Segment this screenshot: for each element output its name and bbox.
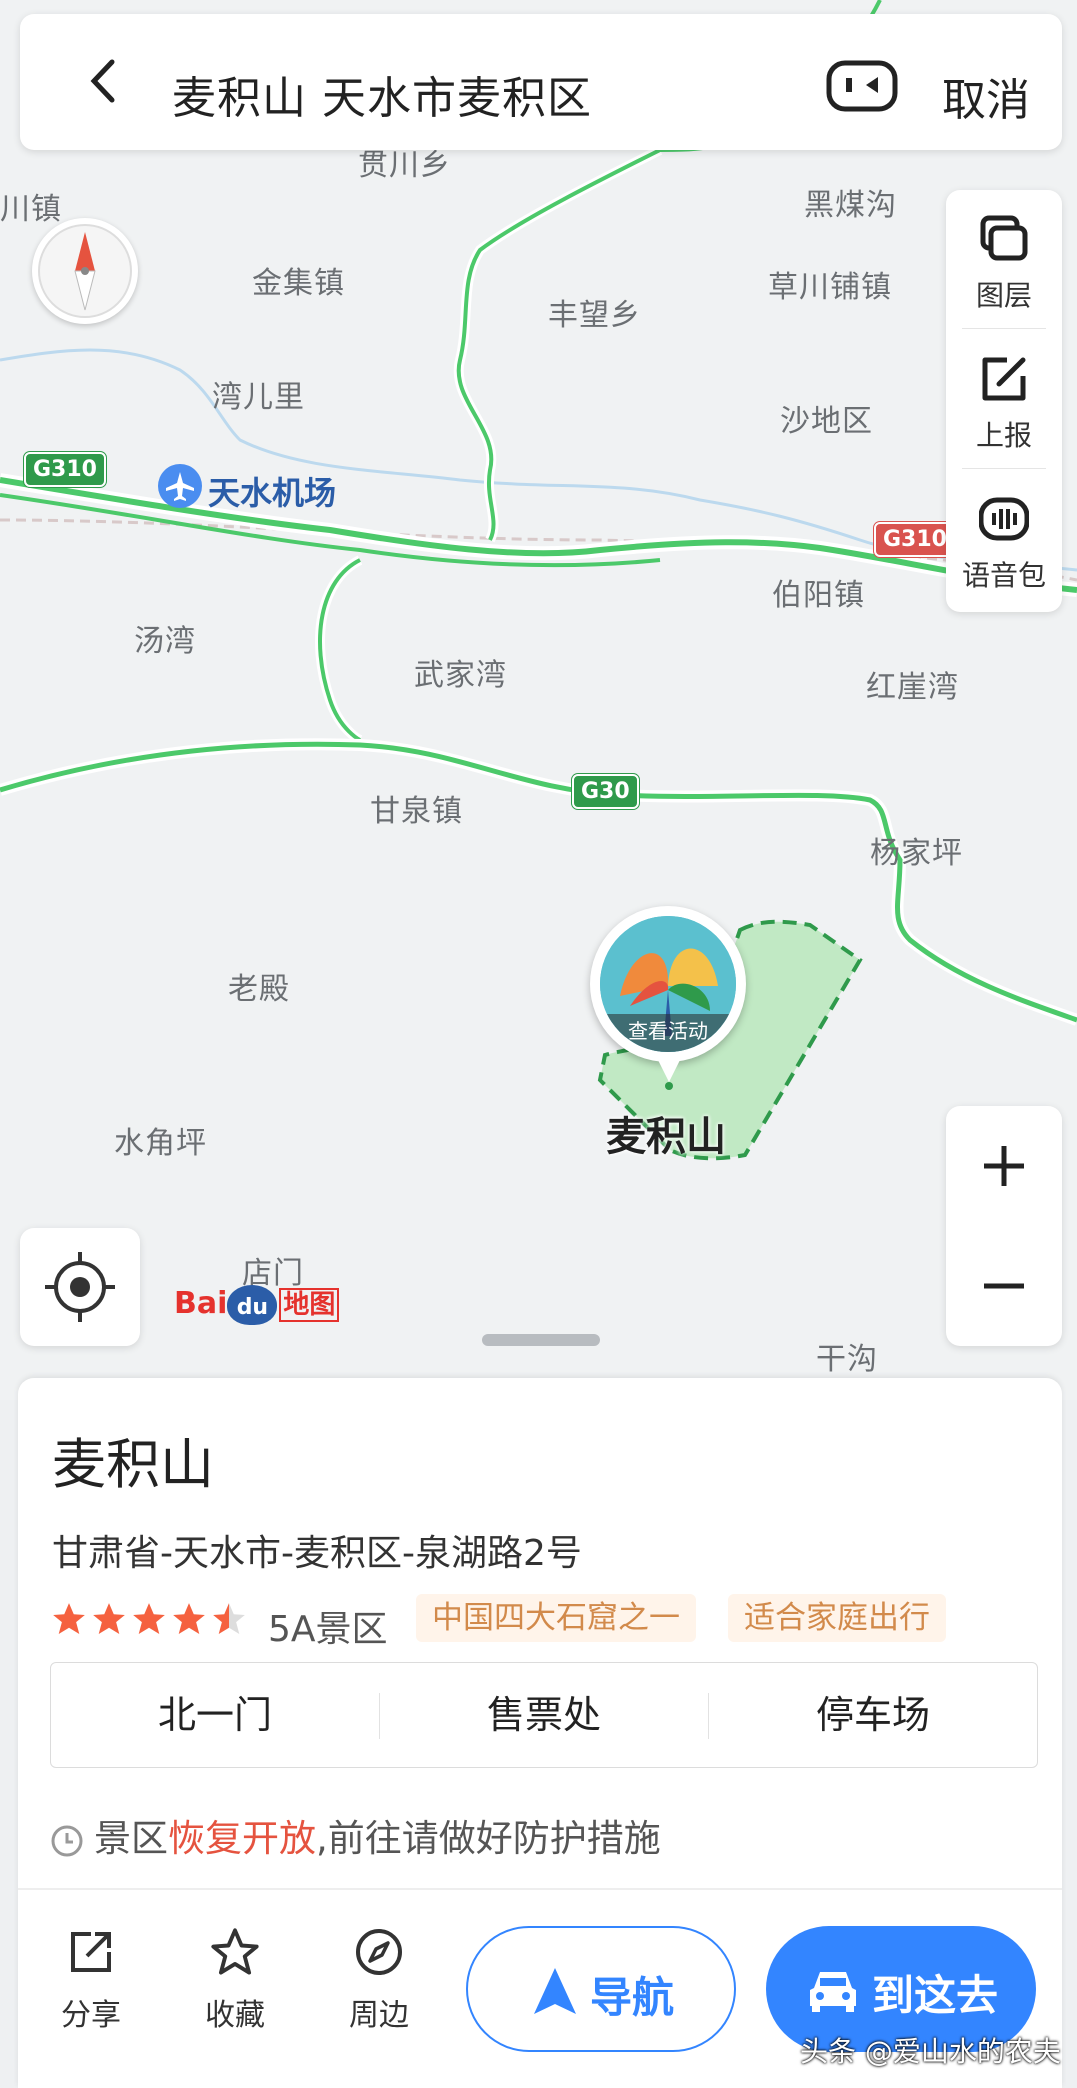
map-place-label: 草川铺镇 (768, 270, 892, 305)
star-outline-icon (211, 1928, 259, 1975)
zoom-out-button[interactable] (946, 1226, 1062, 1346)
road-shield-g30: G30 (572, 774, 639, 809)
airport-label[interactable]: 天水机场 (208, 468, 336, 514)
map-place-label: 武家湾 (414, 658, 507, 693)
navigate-button[interactable]: 导航 (466, 1926, 736, 2052)
detail-divider (18, 1888, 1062, 1890)
open-notice: 景区恢复开放,前往请做好防护措施 (50, 1808, 661, 1862)
entrance-tabs: 北一门 售票处 停车场 (50, 1662, 1038, 1768)
entrance-north-gate[interactable]: 北一门 (51, 1663, 379, 1767)
notice-highlight: 恢复开放 (168, 1817, 316, 1860)
compass-icon[interactable] (32, 218, 138, 324)
sheet-drag-handle[interactable] (482, 1334, 600, 1346)
map-place-label: 老殿 (228, 972, 290, 1007)
map-place-label: 水角坪 (114, 1126, 207, 1161)
map-place-label: 金集镇 (252, 266, 345, 301)
baidu-map-logo: Bai du 地图 (174, 1284, 340, 1325)
chevron-left-icon[interactable] (80, 56, 130, 106)
report-button[interactable]: 上报 (946, 330, 1062, 470)
map-place-label: 汤湾 (134, 624, 196, 659)
car-icon (810, 1972, 856, 2012)
toolbox-divider (962, 328, 1046, 329)
poi-tag: 中国四大石窟之一 (416, 1594, 696, 1642)
minus-icon (984, 1283, 1024, 1289)
road-shield-g310: G310 (874, 522, 956, 557)
map-place-label: 红崖湾 (866, 670, 959, 705)
plus-icon (984, 1146, 1024, 1186)
notice-suffix: ,前往请做好防护措施 (316, 1817, 661, 1860)
map-place-label: 沙地区 (780, 404, 873, 439)
report-edit-icon (982, 357, 1026, 401)
star-half-icon (213, 1603, 245, 1635)
poi-tag: 适合家庭出行 (728, 1594, 946, 1642)
poi-pin-pointer (658, 1060, 680, 1090)
poi-title: 麦积山 (52, 1433, 214, 1496)
favorite-button[interactable]: 收藏 (180, 1926, 290, 2034)
share-button[interactable]: 分享 (36, 1926, 146, 2034)
poi-activity-label: 查看活动 (600, 1014, 736, 1052)
layers-label: 图层 (975, 279, 1032, 312)
map-place-label: 湾儿里 (212, 380, 305, 415)
nearby-label: 周边 (349, 1998, 409, 2033)
map-place-label: 黑煤沟 (804, 188, 897, 223)
compass-nearby-icon (356, 1929, 402, 1975)
notice-prefix: 景区 (94, 1817, 168, 1860)
layers-button[interactable]: 图层 (946, 190, 1062, 330)
share-label: 分享 (61, 1998, 121, 2033)
star-filled-icon (53, 1603, 85, 1635)
cancel-button[interactable]: 取消 (942, 64, 1030, 128)
voice-pack-icon (979, 497, 1029, 541)
map-toolbox: 图层 上报 语音包 (946, 190, 1062, 612)
map-canvas[interactable]: 贯川乡 川镇 金集镇 丰望乡 黑煤沟 草川铺镇 湾儿里 沙地区 汤湾 伯阳镇 武… (0, 0, 1077, 1400)
poi-activity-marker[interactable]: 查看活动 (590, 906, 746, 1062)
scenic-level: 5A景区 (268, 1609, 388, 1650)
report-label: 上报 (975, 419, 1032, 452)
poi-detail-sheet: 麦积山 甘肃省-天水市-麦积区-泉湖路2号 5A景区 中国四大石窟之一 适合家庭… (18, 1378, 1062, 2088)
map-place-label: 杨家坪 (870, 836, 963, 871)
watermark-text: 头条 @爱山水的农夫 (800, 2035, 1061, 2068)
navigation-arrow-icon (534, 1968, 576, 2014)
star-filled-icon (93, 1603, 125, 1635)
locate-me-button[interactable] (20, 1228, 140, 1346)
navigate-label: 导航 (590, 1973, 675, 2022)
layers-icon (980, 215, 1028, 261)
entrance-parking[interactable]: 停车场 (709, 1663, 1037, 1767)
star-filled-icon (133, 1603, 165, 1635)
clock-icon (51, 1825, 83, 1856)
go-here-label: 到这去 (872, 1971, 999, 2020)
poi-address: 甘肃省-天水市-麦积区-泉湖路2号 (52, 1533, 582, 1574)
poi-activity-image: 查看活动 (600, 916, 736, 1052)
star-filled-icon (173, 1603, 205, 1635)
map-place-label: 干沟 (816, 1342, 878, 1377)
crosshair-icon (45, 1252, 115, 1322)
nearby-button[interactable]: 周边 (324, 1926, 434, 2034)
search-query-text[interactable]: 麦积山 天水市麦积区 (172, 62, 592, 126)
voice-pack-button[interactable]: 语音包 (946, 470, 1062, 610)
voice-pack-label: 语音包 (961, 559, 1046, 592)
map-place-label: 甘泉镇 (370, 794, 463, 829)
search-bar: 麦积山 天水市麦积区 取消 (20, 14, 1062, 150)
favorite-label: 收藏 (205, 1998, 265, 2033)
toolbox-divider (962, 468, 1046, 469)
rating-stars (50, 1600, 250, 1640)
zoom-control (946, 1106, 1062, 1346)
map-place-label: 丰望乡 (548, 298, 641, 333)
map-app-screen: 贯川乡 川镇 金集镇 丰望乡 黑煤沟 草川铺镇 湾儿里 沙地区 汤湾 伯阳镇 武… (0, 0, 1077, 2088)
zoom-in-button[interactable] (946, 1106, 1062, 1226)
poi-name-label[interactable]: 麦积山 (606, 1104, 726, 1162)
entrance-ticket-office[interactable]: 售票处 (380, 1663, 708, 1767)
share-icon (71, 1932, 111, 1972)
ar-camera-icon[interactable] (826, 60, 898, 112)
map-place-label: 伯阳镇 (772, 578, 865, 613)
road-shield-g310: G310 (24, 452, 106, 487)
